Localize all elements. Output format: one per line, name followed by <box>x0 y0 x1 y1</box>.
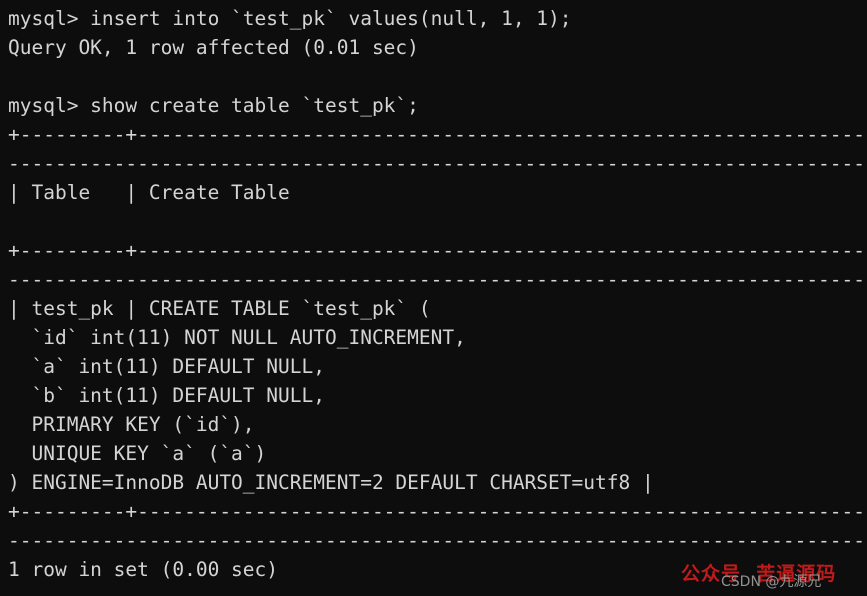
table-separator-top-wrap: ----------------------------------------… <box>8 152 867 175</box>
table-header-row: | Table | Create Table <box>8 181 290 204</box>
table-row-continuation: `b` int(11) DEFAULT NULL, <box>8 384 325 407</box>
table-row-continuation: ) ENGINE=InnoDB AUTO_INCREMENT=2 DEFAULT… <box>8 471 654 494</box>
terminal-line: mysql> insert into `test_pk` values(null… <box>8 7 572 30</box>
terminal-line: mysql> show create table `test_pk`; <box>8 94 419 117</box>
table-row-continuation: UNIQUE KEY `a` (`a`) <box>8 442 267 465</box>
table-row-continuation: `id` int(11) NOT NULL AUTO_INCREMENT, <box>8 326 466 349</box>
terminal-line: 1 row in set (0.00 sec) <box>8 558 279 581</box>
table-separator-mid: +---------+-----------------------------… <box>8 239 867 262</box>
terminal-window[interactable]: mysql> insert into `test_pk` values(null… <box>0 0 867 596</box>
table-separator-top: +---------+-----------------------------… <box>8 123 867 146</box>
table-separator-mid-wrap: ----------------------------------------… <box>8 268 867 291</box>
table-separator-bottom: +---------+-----------------------------… <box>8 500 867 523</box>
table-row: | test_pk | CREATE TABLE `test_pk` ( <box>8 297 431 320</box>
table-separator-bottom-wrap: ----------------------------------------… <box>8 529 867 552</box>
table-row-continuation: `a` int(11) DEFAULT NULL, <box>8 355 325 378</box>
table-row-continuation: PRIMARY KEY (`id`), <box>8 413 255 436</box>
terminal-line: Query OK, 1 row affected (0.01 sec) <box>8 36 419 59</box>
